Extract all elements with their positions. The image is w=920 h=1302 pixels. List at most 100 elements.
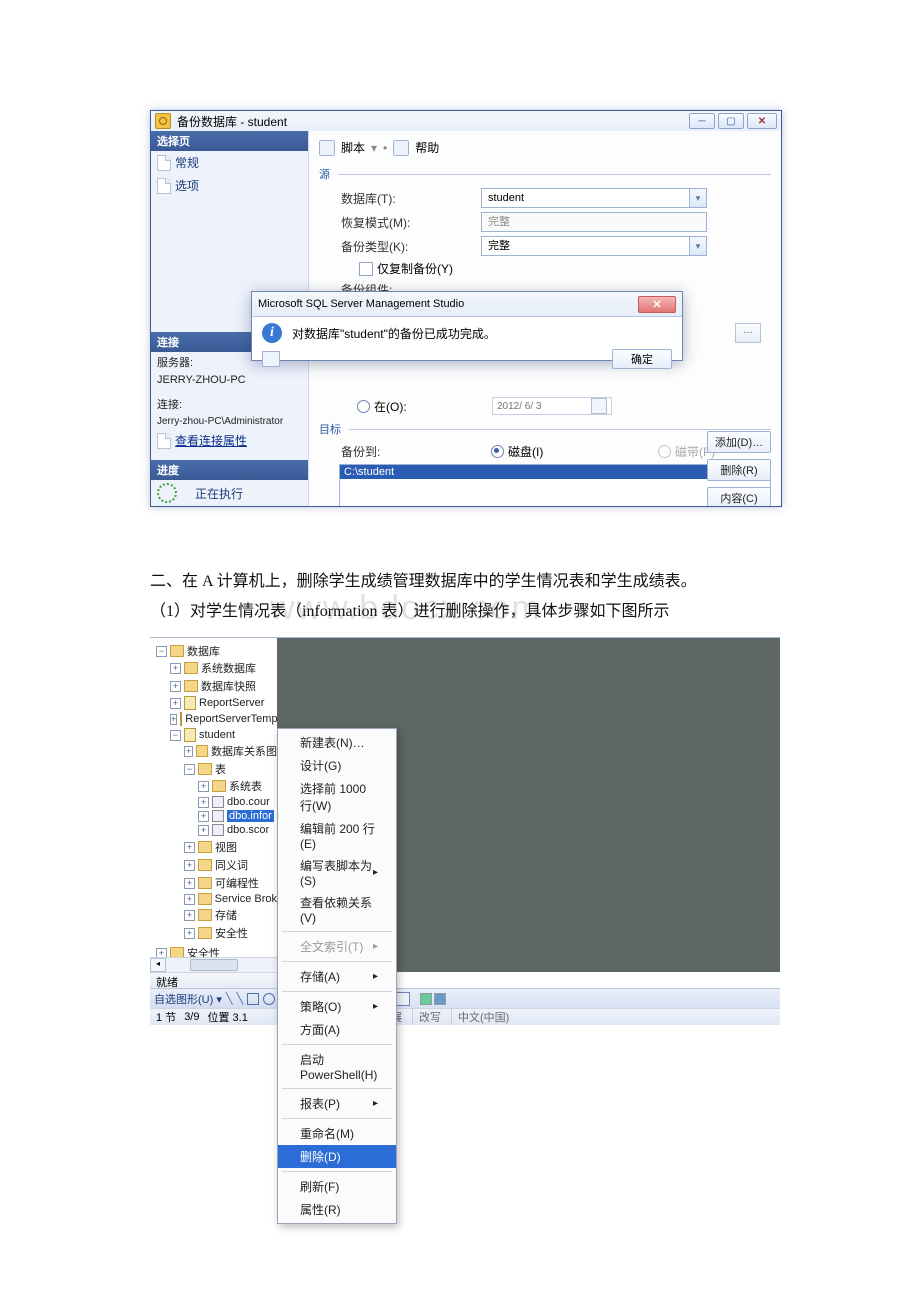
tree-reportservertemp[interactable]: ReportServerTempDB xyxy=(185,713,278,725)
select-page-header: 选择页 xyxy=(151,131,308,151)
folder-icon xyxy=(184,662,198,674)
script-button[interactable]: 脚本 xyxy=(341,139,365,156)
help-button[interactable]: 帮助 xyxy=(415,139,439,156)
tree-toggle[interactable]: + xyxy=(170,663,181,674)
window-maximize-button[interactable]: ▢ xyxy=(718,113,744,129)
table-icon xyxy=(212,824,224,836)
window-close-button[interactable]: ✕ xyxy=(747,113,777,129)
contents-button[interactable]: 内容(C) xyxy=(707,487,771,507)
tree-toggle[interactable]: + xyxy=(170,681,181,692)
object-explorer[interactable]: − 数据库 + 系统数据库 + 数据库快照 + ReportServer + Report… xyxy=(150,638,278,972)
remove-button[interactable]: 删除(R) xyxy=(707,459,771,481)
tree-toggle[interactable]: + xyxy=(184,842,195,853)
ctx-start-powershell[interactable]: 启动 PowerShell(H) xyxy=(278,1048,396,1085)
tree-toggle[interactable]: − xyxy=(184,764,195,775)
tree-dbo-infor-selected[interactable]: dbo.infor xyxy=(227,810,274,822)
ctx-select-top-1000[interactable]: 选择前 1000 行(W) xyxy=(278,777,396,817)
tree-programmability[interactable]: 可编程性 xyxy=(215,875,259,891)
tree-toggle[interactable]: + xyxy=(198,825,209,836)
tree-h-scrollbar[interactable]: ◂ xyxy=(150,957,277,972)
tree-dbo-cour[interactable]: dbo.cour xyxy=(227,796,270,808)
status-language[interactable]: 中文(中国) xyxy=(451,1009,509,1025)
tree-toggle[interactable]: + xyxy=(184,746,193,757)
ctx-storage[interactable]: 存储(A) xyxy=(278,965,396,988)
status-section: 1 节 xyxy=(156,1009,176,1025)
tree-student-db[interactable]: student xyxy=(199,729,235,741)
tree-reportserver[interactable]: ReportServer xyxy=(199,697,264,709)
nav-options[interactable]: 选项 xyxy=(151,174,308,197)
autoshape-toolbar: 自选图形(U) ▾ ╲ ╲ xyxy=(150,988,285,1008)
dest-disk-radio[interactable] xyxy=(491,445,504,458)
tree-toggle[interactable]: − xyxy=(156,646,167,657)
autoshape-dropdown[interactable]: 自选图形(U) ▾ xyxy=(154,991,222,1007)
window-minimize-button[interactable]: ─ xyxy=(689,113,715,129)
ctx-separator xyxy=(282,1171,392,1172)
scroll-thumb[interactable] xyxy=(190,959,238,971)
folder-icon xyxy=(198,893,212,905)
rectangle-icon[interactable] xyxy=(247,993,259,1005)
tree-service-broker[interactable]: Service Brok xyxy=(215,893,277,905)
tree-databases[interactable]: 数据库 xyxy=(187,643,220,659)
tree-toggle[interactable]: − xyxy=(170,730,181,741)
page-icon xyxy=(157,178,171,194)
msgbox-close-button[interactable]: ✕ xyxy=(638,296,676,313)
tree-storage[interactable]: 存储 xyxy=(215,907,237,923)
progress-status: 正在执行 xyxy=(151,480,308,506)
ctx-separator xyxy=(282,991,392,992)
progress-header: 进度 xyxy=(151,460,308,480)
ctx-reports[interactable]: 报表(P) xyxy=(278,1092,396,1115)
ctx-facets[interactable]: 方面(A) xyxy=(278,1018,396,1041)
tree-db-security[interactable]: 安全性 xyxy=(215,925,248,941)
arrow-style-icon[interactable] xyxy=(396,992,410,1006)
circle-icon[interactable] xyxy=(263,993,275,1005)
ctx-separator xyxy=(282,961,392,962)
add-button[interactable]: 添加(D)… xyxy=(707,431,771,453)
copy-only-checkbox[interactable] xyxy=(359,262,373,276)
ctx-rename[interactable]: 重命名(M) xyxy=(278,1122,396,1145)
folder-icon xyxy=(198,877,212,889)
filegroup-browse-button[interactable]: … xyxy=(735,323,761,343)
nav-general[interactable]: 常规 xyxy=(151,151,308,174)
tree-toggle[interactable]: + xyxy=(184,928,195,939)
copy-icon[interactable] xyxy=(262,351,280,367)
tree-systables[interactable]: 系统表 xyxy=(229,778,262,794)
tree-toggle[interactable]: + xyxy=(184,910,195,921)
tree-tables[interactable]: 表 xyxy=(215,761,226,777)
database-icon xyxy=(184,728,196,742)
tree-toggle[interactable]: + xyxy=(170,698,181,709)
database-icon xyxy=(184,696,196,710)
ctx-delete[interactable]: 删除(D) xyxy=(278,1145,396,1168)
tree-toggle[interactable]: + xyxy=(184,878,195,889)
tree-dbo-scor[interactable]: dbo.scor xyxy=(227,824,269,836)
ctx-refresh[interactable]: 刷新(F) xyxy=(278,1175,396,1198)
backup-type-dropdown[interactable]: 完整 ▾ xyxy=(481,236,707,256)
tree-diagrams[interactable]: 数据库关系图 xyxy=(211,743,277,759)
tree-toggle[interactable]: + xyxy=(170,714,177,725)
3d-style-icon[interactable] xyxy=(420,993,446,1005)
tree-views[interactable]: 视图 xyxy=(215,839,237,855)
ctx-new-table[interactable]: 新建表(N)… xyxy=(278,731,396,754)
ctx-script-table-as[interactable]: 编写表脚本为(S) xyxy=(278,854,396,891)
view-conn-props-link[interactable]: 查看连接属性 xyxy=(151,429,308,452)
ctx-design[interactable]: 设计(G) xyxy=(278,754,396,777)
expire-on-radio[interactable] xyxy=(357,400,370,413)
ctx-properties[interactable]: 属性(R) xyxy=(278,1198,396,1221)
ctx-view-dependencies[interactable]: 查看依赖关系(V) xyxy=(278,891,396,928)
tree-toggle[interactable]: + xyxy=(198,797,209,808)
expire-date-field[interactable]: 2012/ 6/ 3 xyxy=(492,397,612,415)
tree-synonyms[interactable]: 同义词 xyxy=(215,857,248,873)
database-dropdown[interactable]: student ▾ xyxy=(481,188,707,208)
ctx-separator xyxy=(282,1044,392,1045)
scroll-left-button[interactable]: ◂ xyxy=(150,958,166,972)
tree-toggle[interactable]: + xyxy=(198,781,209,792)
tree-snapshot[interactable]: 数据库快照 xyxy=(201,678,256,694)
tree-toggle[interactable]: + xyxy=(184,860,195,871)
ctx-policies[interactable]: 策略(O) xyxy=(278,995,396,1018)
tree-toggle[interactable]: + xyxy=(184,894,195,905)
ctx-separator xyxy=(282,1118,392,1119)
ctx-edit-top-200[interactable]: 编辑前 200 行(E) xyxy=(278,817,396,854)
tree-sysdb[interactable]: 系统数据库 xyxy=(201,660,256,676)
tree-toggle[interactable]: + xyxy=(198,811,209,822)
conn-label: 连接: xyxy=(151,394,308,414)
msgbox-ok-button[interactable]: 确定 xyxy=(612,349,672,369)
